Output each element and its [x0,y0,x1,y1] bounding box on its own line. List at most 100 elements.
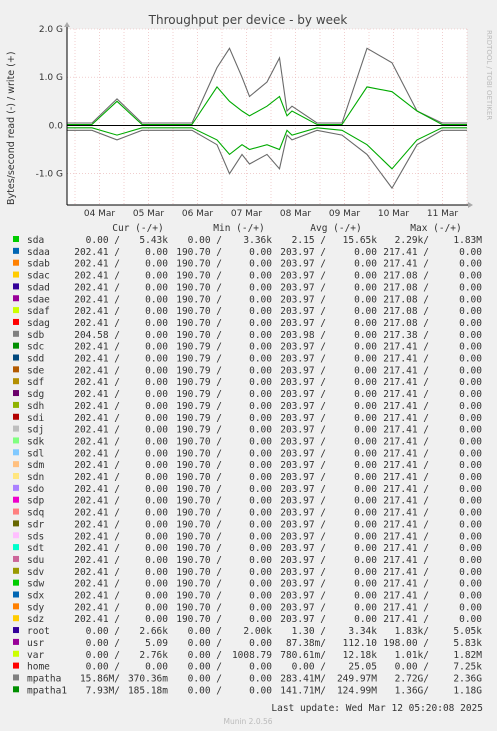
legend-name: sdag [27,318,50,329]
legend-name: sde [27,365,44,376]
y-tick-labels: 2.0 G 1.0 G 0.0 -1.0 G [36,25,64,180]
legend-value: 2.72G/ [395,673,429,684]
legend-swatch [13,473,19,479]
legend-value: 0.00 [145,448,168,459]
legend-value: 0.00 [354,318,377,329]
legend-value: 0.00 [249,519,272,530]
legend-name: sdq [27,508,44,519]
legend-swatch [13,555,19,562]
legend-value: 0.00 [354,448,377,459]
x-axis-arrow [468,202,473,208]
legend-value: 203.97 / [280,294,326,305]
legend-name: usr [27,638,44,649]
legend-value: 0.00 [249,496,272,507]
legend-value: 203.97 / [280,567,326,578]
legend-swatch [13,627,19,634]
legend-value: 190.70 / [176,484,222,495]
legend-value: 0.00 [145,294,168,305]
legend-value: 203.97 / [280,602,326,613]
legend-value: 0.00 [249,365,272,376]
legend-value: 190.70 / [176,472,222,483]
legend-value: 249.97M [337,673,377,684]
last-update: Last update: Wed Mar 12 05:20:08 2025 [271,703,483,714]
legend-value: 0.00 [354,519,377,530]
legend-value: 2.36G [453,673,482,684]
legend-value: 15.86M/ [80,673,120,684]
legend-value: 0.00 [459,472,482,483]
legend-value: 203.97 / [280,306,326,317]
legend-value: 0.00 [249,508,272,519]
legend-value: 0.00 [354,591,377,602]
legend-name: sdc [27,342,44,353]
legend-value: 0.00 [145,425,168,436]
legend-value: 0.00 [145,401,168,412]
legend-value: 202.41 / [74,354,120,365]
legend-value: 0.00 [459,247,482,258]
legend-swatch [13,437,19,444]
legend-value: 203.97 / [280,389,326,400]
legend-value: 0.00 [145,484,168,495]
legend-value: 202.41 / [74,543,120,554]
legend-value: 0.00 [145,342,168,353]
legend-value: 0.00 [249,460,272,471]
legend-value: 202.41 / [74,472,120,483]
legend-name: mpatha [27,673,61,684]
legend-value: 0.00 [145,247,168,258]
legend-value: 203.97 / [280,614,326,625]
legend-value: 190.70 / [176,496,222,507]
legend-name: mpatha1 [27,685,67,696]
legend-value: 0.00 / [188,235,222,246]
legend-name: sdl [27,448,44,459]
legend-value: 203.98 / [280,330,326,341]
legend-value: 0.00 [354,472,377,483]
legend-value: 202.41 / [74,318,120,329]
legend-value: 0.00 [354,555,377,566]
legend-value: 2.00k [243,626,272,637]
legend-value: 203.97 / [280,579,326,590]
legend-value: 0.00 / [188,662,222,673]
legend-value: 202.41 / [74,614,120,625]
legend-value: 0.00 [354,425,377,436]
plot-area [67,29,467,205]
legend-value: 217.41 / [383,484,429,495]
x-tick-label: 07 Mar [231,209,263,219]
legend-value: 12.18k [343,650,378,661]
legend-value: 0.00 [145,662,168,673]
legend-value: 185.18m [128,685,168,696]
legend-value: 217.41 / [383,354,429,365]
legend-value: 0.00 [459,259,482,270]
legend-swatch [13,271,19,278]
legend-swatch [13,378,19,385]
legend-value: 0.00 [459,306,482,317]
legend-value: 190.79 / [176,365,222,376]
legend-swatch [13,283,19,290]
legend-value: 0.00 [354,330,377,341]
legend-value: 0.00 [459,484,482,495]
legend-value: 202.41 / [74,508,120,519]
legend-swatch [13,662,19,669]
legend-value: 0.00 [354,436,377,447]
legend-value: 0.00 [459,614,482,625]
legend-value: 0.00 [354,342,377,353]
legend-value: 202.41 / [74,401,120,412]
legend-value: 0.00 [459,425,482,436]
legend-name: sdz [27,614,44,625]
legend-value: 0.00 / [292,662,326,673]
legend-value: 217.41 / [383,508,429,519]
legend-value: 0.00 [249,318,272,329]
legend-swatch [13,330,19,337]
legend-value: 203.97 / [280,377,326,388]
legend-value: 2.15 / [292,235,326,246]
legend-value: 0.00 [145,436,168,447]
legend-value: 0.00 [249,401,272,412]
legend-value: 0.00 [249,638,272,649]
legend-value: 0.00 [459,318,482,329]
legend-name: sdg [27,389,44,400]
legend-value: 217.41 / [383,413,429,424]
legend-value: 0.00 [354,531,377,542]
legend-value: 0.00 [249,282,272,293]
legend-name: sdaf [27,306,50,317]
legend-value: 0.00 [354,259,377,270]
legend-value: 0.00 [145,354,168,365]
legend-value: 202.41 / [74,425,120,436]
